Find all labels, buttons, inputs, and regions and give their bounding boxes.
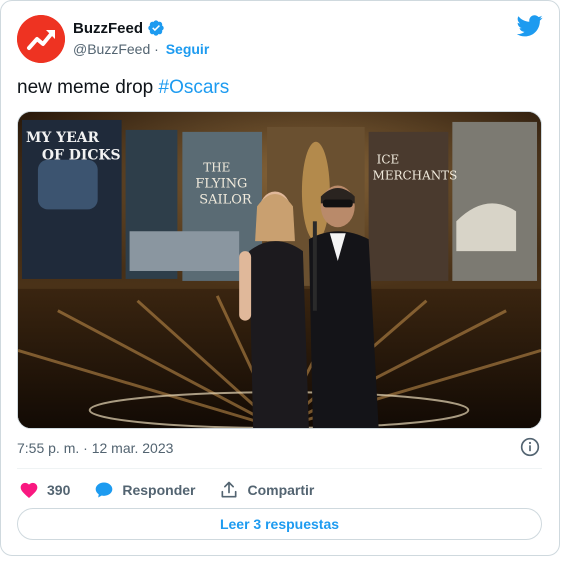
hashtag-link[interactable]: #Oscars	[159, 77, 230, 98]
divider	[17, 468, 542, 469]
svg-text:MERCHANTS: MERCHANTS	[373, 169, 458, 183]
verified-badge-icon	[148, 20, 164, 36]
share-button[interactable]: Compartir	[219, 480, 314, 500]
display-name[interactable]: BuzzFeed	[73, 20, 143, 37]
account-info: BuzzFeed @BuzzFeed · Seguir	[73, 18, 210, 58]
follow-button[interactable]: Seguir	[166, 41, 210, 57]
svg-text:THE: THE	[203, 161, 230, 175]
svg-text:FLYING: FLYING	[195, 177, 247, 192]
tweet-header: BuzzFeed @BuzzFeed · Seguir	[17, 15, 543, 63]
tweet-text: new meme drop #Oscars	[17, 77, 229, 99]
svg-text:MY YEAR: MY YEAR	[26, 130, 100, 146]
avatar[interactable]	[17, 15, 65, 63]
like-count: 390	[47, 482, 71, 498]
svg-text:SAILOR: SAILOR	[199, 192, 253, 207]
tweet-actions: 390 Responder Compartir	[19, 479, 338, 501]
handle-separator: ·	[150, 41, 163, 57]
speech-bubble-icon	[96, 482, 113, 498]
info-icon[interactable]	[520, 437, 540, 457]
read-replies-button[interactable]: Leer 3 respuestas	[17, 508, 542, 540]
share-upload-icon	[221, 481, 237, 498]
svg-text:ICE: ICE	[377, 153, 400, 167]
reply-label: Responder	[122, 482, 196, 498]
tweet-media[interactable]: MY YEAR OF DICKS THE FLYING SAILOR ICE M…	[17, 111, 542, 429]
like-button[interactable]: 390	[19, 480, 70, 500]
tweet-body: new meme drop	[17, 77, 159, 98]
share-label: Compartir	[247, 482, 315, 498]
tweet-timestamp[interactable]: 7:55 p. m. · 12 mar. 2023	[17, 440, 173, 456]
reply-button[interactable]: Responder	[94, 480, 195, 500]
tweet-card: BuzzFeed @BuzzFeed · Seguir new meme dro…	[0, 0, 560, 556]
oscars-stage-photo: MY YEAR OF DICKS THE FLYING SAILOR ICE M…	[18, 112, 541, 428]
handle[interactable]: @BuzzFeed	[73, 41, 150, 57]
twitter-bird-icon[interactable]	[517, 15, 543, 37]
svg-text:OF DICKS: OF DICKS	[42, 148, 121, 164]
heart-icon	[20, 482, 38, 498]
buzzfeed-trend-arrow-icon	[17, 15, 65, 63]
